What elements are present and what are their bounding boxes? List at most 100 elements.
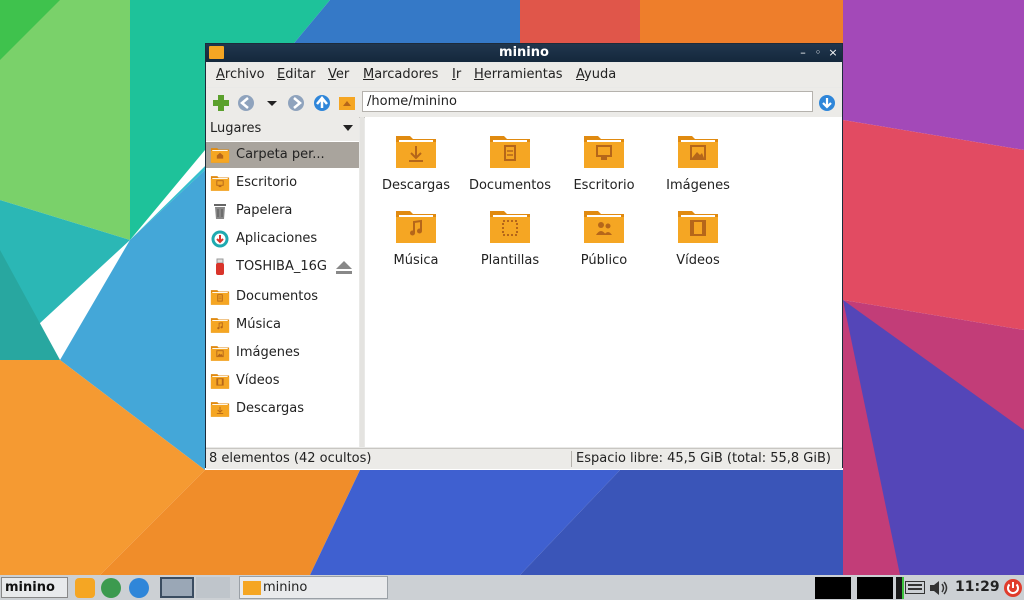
pictures-folder-icon (676, 132, 720, 170)
trash-icon (210, 202, 230, 220)
sidebar-item-label: Música (236, 317, 281, 332)
file-item-publico[interactable]: Público (557, 207, 651, 277)
menu-ir[interactable]: Ir (452, 67, 461, 82)
places-sidebar: Lugares Carpeta per... Escritorio Papelera… (206, 117, 359, 447)
file-item-videos[interactable]: Vídeos (651, 207, 745, 277)
taskbar-window-label: minino (263, 580, 308, 595)
file-item-escritorio[interactable]: Escritorio (557, 132, 651, 202)
item-count: 8 elementos (42 ocultos) (209, 451, 372, 466)
home-folder-icon (210, 146, 230, 164)
sidebar-item-label: Carpeta per... (236, 147, 325, 162)
file-item-label: Escritorio (573, 178, 635, 193)
home-icon[interactable] (338, 94, 356, 112)
forward-icon[interactable] (287, 94, 305, 112)
downloads-folder-icon (210, 400, 230, 418)
sidebar-item-documentos[interactable]: Documentos (206, 284, 359, 310)
sidebar-item-label: Imágenes (236, 345, 300, 360)
sidebar-item-descargas[interactable]: Descargas (206, 396, 359, 422)
apps-launcher-icon[interactable] (129, 578, 149, 598)
status-bar: 8 elementos (42 ocultos) Espacio libre: … (206, 448, 842, 469)
window-titlebar[interactable]: minino – ◦ × (206, 44, 842, 62)
videos-folder-icon (210, 372, 230, 390)
file-item-label: Plantillas (480, 253, 540, 268)
sidebar-item-im-genes[interactable]: Imágenes (206, 340, 359, 366)
sidebar-item-label: Documentos (236, 289, 319, 304)
file-item-label: Música (393, 253, 439, 268)
volume-icon[interactable] (929, 580, 949, 596)
file-item-label: Público (580, 253, 628, 268)
sidebar-item-m-sica[interactable]: Música (206, 312, 359, 338)
menu-ver[interactable]: Ver (328, 67, 349, 82)
sidebar-item-carpeta-per-[interactable]: Carpeta per... (206, 142, 359, 168)
power-icon[interactable] (1003, 578, 1023, 598)
sidebar-item-papelera[interactable]: Papelera (206, 198, 359, 224)
desktop-folder-icon (210, 174, 230, 192)
menu-editar[interactable]: Editar (277, 67, 316, 82)
places-header[interactable]: Lugares (206, 117, 359, 141)
sidebar-item-label: Aplicaciones (236, 231, 318, 246)
taskbar-window-button[interactable]: minino (239, 576, 388, 599)
battery-icon (896, 577, 904, 599)
places-header-label: Lugares (210, 121, 262, 136)
documents-folder-icon (488, 132, 532, 170)
window-title: minino (499, 45, 549, 60)
keyboard-icon[interactable] (905, 581, 925, 594)
history-dropdown-icon[interactable] (263, 94, 281, 112)
menu-marcadores[interactable]: Marcadores (363, 67, 438, 82)
maximize-button[interactable]: ◦ (811, 45, 825, 60)
file-item-label: Documentos (468, 178, 552, 193)
menu-archivo[interactable]: Archivo (216, 67, 265, 82)
clock[interactable]: 11:29 (955, 579, 1000, 595)
back-icon[interactable] (237, 94, 255, 112)
file-item-label: Vídeos (676, 253, 720, 268)
file-item-documentos[interactable]: Documentos (463, 132, 557, 202)
pane-divider[interactable] (360, 117, 364, 447)
taskbar: minino minino 11:29 (0, 575, 1024, 600)
cpu-graph (815, 577, 851, 599)
downloads-folder-icon (394, 132, 438, 170)
start-menu-button[interactable]: minino (1, 577, 68, 598)
eject-icon[interactable] (334, 258, 354, 276)
sidebar-item-label: Descargas (236, 401, 305, 416)
sidebar-item-v-deos[interactable]: Vídeos (206, 368, 359, 394)
usb-drive-icon (210, 258, 230, 276)
file-manager-window: minino – ◦ × Archivo Editar Ver Marcador… (205, 43, 843, 469)
toolbar: /home/minino (206, 88, 842, 118)
status-separator (571, 451, 572, 467)
file-manager-launcher-icon[interactable] (75, 578, 95, 598)
desktop-folder-icon (582, 132, 626, 170)
network-graph (857, 577, 893, 599)
pictures-folder-icon (210, 344, 230, 362)
desktop-2-button[interactable] (196, 577, 230, 598)
sidebar-item-label: TOSHIBA_16G (236, 259, 327, 274)
file-item-label: Imágenes (666, 178, 730, 193)
go-icon[interactable] (818, 94, 836, 112)
menu-ayuda[interactable]: Ayuda (576, 67, 616, 82)
minimize-button[interactable]: – (796, 45, 810, 60)
sidebar-item-toshiba-16g[interactable]: TOSHIBA_16G (206, 254, 359, 280)
sidebar-item-label: Papelera (236, 203, 293, 218)
sidebar-item-label: Escritorio (236, 175, 298, 190)
menu-bar: Archivo Editar Ver Marcadores Ir Herrami… (206, 63, 842, 87)
chevron-down-icon[interactable] (343, 125, 353, 131)
documents-folder-icon (210, 288, 230, 306)
file-item-imagenes[interactable]: Imágenes (651, 132, 745, 202)
close-button[interactable]: × (826, 45, 840, 60)
sidebar-item-escritorio[interactable]: Escritorio (206, 170, 359, 196)
free-space: Espacio libre: 45,5 GiB (total: 55,8 GiB… (576, 451, 831, 466)
applications-icon (210, 230, 230, 248)
music-folder-icon (394, 207, 438, 245)
music-folder-icon (210, 316, 230, 334)
file-item-descargas[interactable]: Descargas (369, 132, 463, 202)
file-item-label: Descargas (381, 178, 450, 193)
sidebar-item-aplicaciones[interactable]: Aplicaciones (206, 226, 359, 252)
new-folder-icon[interactable] (212, 94, 230, 112)
file-item-musica[interactable]: Música (369, 207, 463, 277)
location-input[interactable]: /home/minino (362, 91, 813, 112)
desktop-1-button[interactable] (160, 577, 194, 598)
up-icon[interactable] (313, 94, 331, 112)
file-item-plantillas[interactable]: Plantillas (463, 207, 557, 277)
browser-launcher-icon[interactable] (101, 578, 121, 598)
videos-folder-icon (676, 207, 720, 245)
menu-herramientas[interactable]: Herramientas (474, 67, 563, 82)
